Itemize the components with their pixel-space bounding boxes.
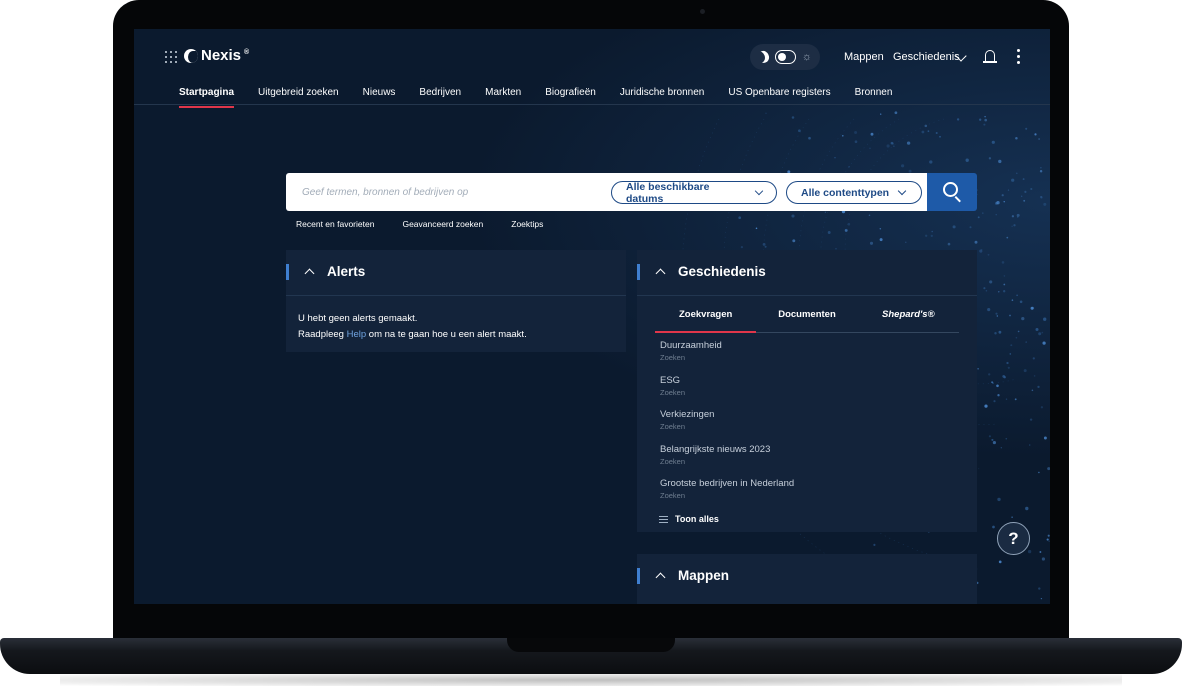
nav-tab-juridische-bronnen[interactable]: Juridische bronnen — [620, 87, 705, 105]
history-item-type: Zoeken — [660, 353, 686, 362]
history-item-title[interactable]: Belangrijkste nieuws 2023 — [660, 443, 794, 456]
search-button[interactable] — [927, 173, 977, 211]
more-vertical-icon[interactable] — [1017, 49, 1020, 64]
history-item-title[interactable]: ESG — [660, 374, 794, 387]
history-item-title[interactable]: Verkiezingen — [660, 408, 794, 421]
history-title: Geschiedenis — [678, 264, 766, 279]
date-filter-label: Alle beschikbare datums — [626, 180, 710, 205]
folders-card-header[interactable]: Mappen — [637, 554, 977, 600]
nexis-logo[interactable]: Nexis ® — [184, 47, 249, 64]
date-filter-dropdown[interactable]: Alle beschikbare datums — [611, 180, 777, 205]
search-icon — [943, 182, 958, 197]
nav-tab-bedrijven[interactable]: Bedrijven — [419, 87, 461, 105]
chevron-up-icon[interactable] — [304, 268, 315, 279]
moon-icon — [756, 50, 770, 65]
search-input[interactable] — [300, 173, 600, 211]
history-item-title[interactable]: Grootste bedrijven in Nederland — [660, 477, 794, 490]
folders-card: Mappen — [637, 554, 977, 604]
camera — [700, 9, 705, 14]
sun-icon: ☼ — [801, 50, 812, 63]
chevron-down-icon — [754, 186, 764, 196]
logo-registered: ® — [244, 49, 250, 56]
search-bar: Alle beschikbare datums Alle contenttype… — [286, 173, 927, 211]
card-accent-bar — [286, 264, 289, 280]
top-header: Nexis ® ☼ Mappen Geschiedenis Startpagina… — [134, 29, 1050, 108]
header-history-link[interactable]: Geschiedenis — [893, 51, 960, 63]
alerts-title: Alerts — [327, 264, 366, 279]
history-item-type: Zoeken — [660, 456, 686, 466]
alerts-help-link[interactable]: Help — [347, 329, 367, 340]
alerts-message: U hebt geen alerts gemaakt. Raadpleeg He… — [298, 311, 527, 343]
nav-tab-markten[interactable]: Markten — [485, 87, 521, 105]
tab-shepards[interactable]: Shepard's® — [858, 306, 959, 332]
content-type-filter-label: Alle contenttypen — [801, 186, 890, 199]
search-tips-link[interactable]: Zoektips — [511, 219, 543, 229]
tab-zoekvragen[interactable]: Zoekvragen — [655, 306, 757, 333]
list-item[interactable]: Verkiezingen Zoeken — [660, 408, 794, 443]
recent-favorites-link[interactable]: Recent en favorieten — [296, 219, 374, 229]
show-all-link[interactable]: Toon alles — [659, 514, 719, 524]
main-nav: Startpagina Uitgebreid zoeken Nieuws Bed… — [179, 87, 893, 108]
list-item[interactable]: Duurzaamheid Zoeken — [660, 339, 794, 374]
card-accent-bar — [637, 264, 640, 280]
apps-grid-icon[interactable] — [165, 51, 177, 63]
nav-tab-bronnen[interactable]: Bronnen — [855, 87, 893, 105]
history-item-type: Zoeken — [660, 422, 686, 431]
nexis-logo-mark — [184, 48, 198, 63]
history-card: Geschiedenis Zoekvragen Documenten Shepa… — [637, 250, 977, 532]
bell-icon[interactable] — [983, 50, 997, 63]
history-item-type: Zoeken — [660, 387, 686, 397]
content-type-filter-dropdown[interactable]: Alle contenttypen — [786, 181, 922, 204]
show-all-label: Toon alles — [675, 514, 719, 524]
list-icon — [659, 515, 668, 523]
chevron-down-icon — [897, 186, 907, 196]
nav-tab-biografieen[interactable]: Biografieën — [545, 87, 596, 105]
alerts-help-text: Raadpleeg Help om na te gaan hoe u een a… — [298, 329, 527, 340]
help-button[interactable]: ? — [997, 522, 1030, 555]
laptop-notch — [507, 638, 675, 652]
logo-text: Nexis — [201, 47, 242, 64]
search-sub-links: Recent en favorieten Geavanceerd zoeken … — [296, 219, 543, 229]
history-tabs: Zoekvragen Documenten Shepard's® — [655, 306, 959, 333]
screen: Nexis ® ☼ Mappen Geschiedenis Startpagina… — [134, 29, 1050, 604]
card-accent-bar — [637, 568, 640, 584]
list-item[interactable]: Grootste bedrijven in Nederland Zoeken — [660, 477, 794, 512]
history-card-header[interactable]: Geschiedenis — [637, 250, 977, 296]
advanced-search-link[interactable]: Geavanceerd zoeken — [402, 219, 483, 229]
tab-documenten[interactable]: Documenten — [756, 306, 857, 332]
nav-tab-us-openbare-registers[interactable]: US Openbare registers — [728, 87, 830, 105]
nav-tab-startpagina[interactable]: Startpagina — [179, 87, 235, 108]
folders-title: Mappen — [678, 568, 730, 583]
chevron-up-icon[interactable] — [655, 268, 666, 279]
history-item-type: Zoeken — [660, 491, 686, 500]
theme-toggle[interactable]: ☼ — [750, 44, 820, 70]
history-list: Duurzaamheid Zoeken ESG Zoeken Verkiezin… — [660, 339, 794, 512]
laptop-shadow — [60, 674, 1122, 686]
chevron-up-icon[interactable] — [655, 572, 666, 583]
alerts-card-header[interactable]: Alerts — [286, 250, 626, 296]
history-item-title[interactable]: Duurzaamheid — [660, 339, 794, 352]
theme-switch[interactable] — [774, 50, 796, 64]
nav-tab-nieuws[interactable]: Nieuws — [363, 87, 396, 105]
alerts-empty-text: U hebt geen alerts gemaakt. — [298, 313, 418, 324]
nav-tab-uitgebreid-zoeken[interactable]: Uitgebreid zoeken — [258, 87, 339, 105]
list-item[interactable]: ESG Zoeken — [660, 374, 794, 409]
header-folders-link[interactable]: Mappen — [844, 51, 884, 63]
alerts-card: Alerts U hebt geen alerts gemaakt. Raadp… — [286, 250, 626, 352]
list-item[interactable]: Belangrijkste nieuws 2023 Zoeken — [660, 443, 794, 478]
